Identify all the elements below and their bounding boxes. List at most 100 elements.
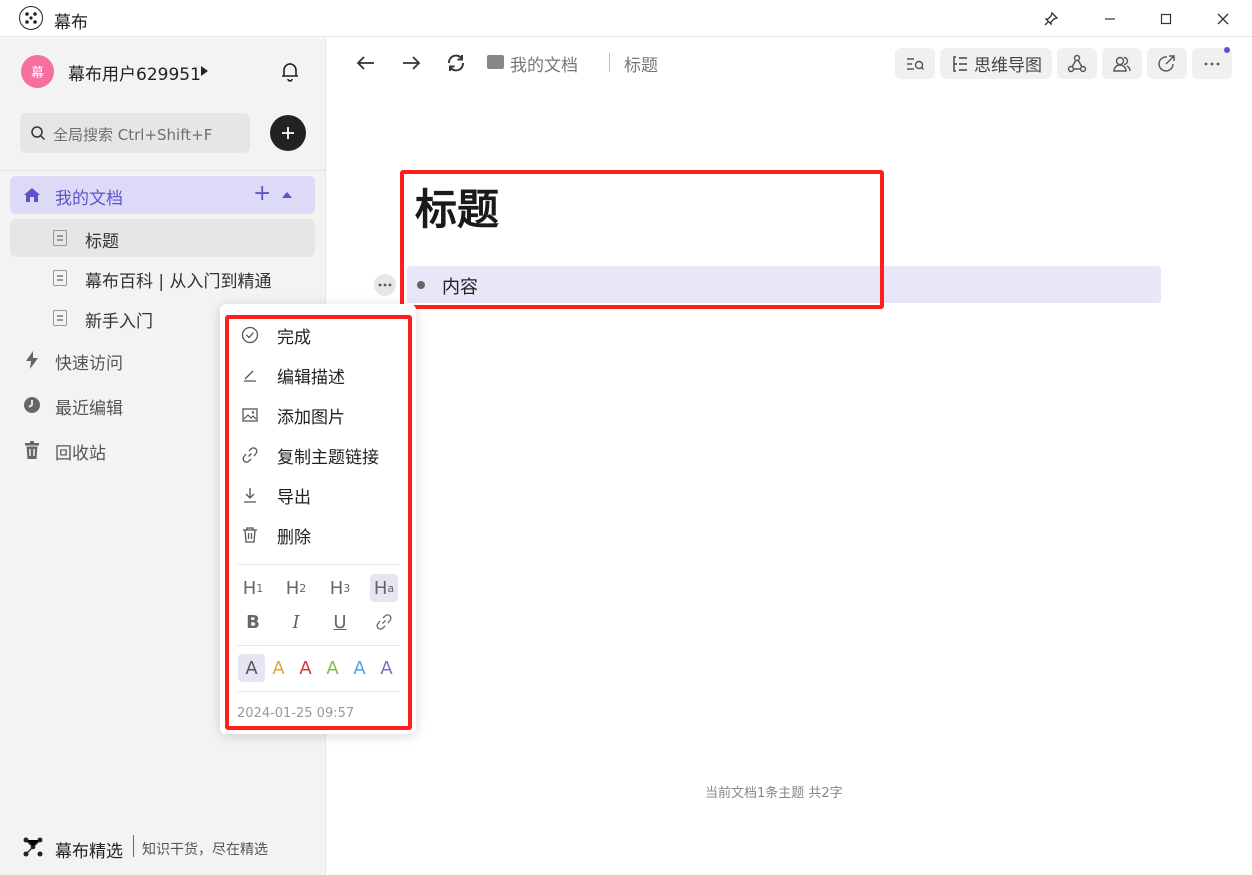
heading-level: 1: [256, 581, 264, 595]
caret-right-icon[interactable]: [201, 66, 208, 76]
menu-item-add-image[interactable]: 添加图片: [220, 396, 416, 432]
more-horizontal-icon: [1204, 62, 1220, 65]
mindmap-icon: [953, 55, 967, 72]
heading-letter: H: [285, 577, 300, 599]
menu-item-edit-description[interactable]: 编辑描述: [220, 356, 416, 392]
heading-level: 2: [299, 581, 307, 595]
sidebar-item-label: 回收站: [55, 444, 106, 464]
topic-context-menu: 完成 编辑描述 添加图片 复制主题链接 导出 删除 H1 H2 H3 Ha B …: [220, 304, 416, 734]
heading-2-button[interactable]: H2: [282, 574, 310, 602]
menu-label: 编辑描述: [277, 368, 345, 388]
sidebar-item-label: 快速访问: [55, 354, 123, 374]
back-arrow-icon[interactable]: [354, 51, 378, 75]
title-bar: 幕布: [0, 0, 1252, 37]
pin-button[interactable]: [1026, 0, 1076, 37]
refresh-icon[interactable]: [444, 51, 468, 75]
add-doc-icon[interactable]: +: [253, 182, 271, 206]
heading-3-button[interactable]: H3: [326, 574, 354, 602]
color-purple-button[interactable]: A: [373, 654, 400, 682]
outline-search-button[interactable]: [895, 48, 935, 79]
avatar[interactable]: 幕: [21, 55, 54, 88]
check-circle-icon: [241, 326, 259, 344]
topic-text[interactable]: 内容: [442, 273, 478, 299]
menu-divider: [237, 564, 400, 565]
download-icon: [244, 488, 256, 503]
search-icon: [31, 126, 46, 141]
app-window: 幕布 幕 幕布用户629951 全局搜索 Ctrl+Shift+F 我的文档 +…: [0, 0, 1252, 875]
menu-label: 完成: [277, 328, 311, 348]
menu-divider: [237, 691, 400, 692]
sidebar-divider: [0, 170, 326, 171]
clock-icon: [24, 397, 40, 413]
close-button[interactable]: [1198, 0, 1248, 37]
add-button[interactable]: [270, 115, 306, 151]
global-search-input[interactable]: 全局搜索 Ctrl+Shift+F: [20, 113, 250, 153]
color-red-button[interactable]: A: [292, 654, 319, 682]
bold-button[interactable]: B: [239, 608, 267, 636]
doc-label: 幕布百科 | 从入门到精通: [85, 272, 272, 292]
footer-separator: [133, 835, 134, 857]
footer-brand[interactable]: 幕布精选: [55, 837, 123, 862]
mindmap-label: 思维导图: [974, 56, 1042, 76]
link-button[interactable]: [370, 608, 398, 636]
minimize-button[interactable]: [1085, 0, 1135, 37]
heading-letter: H: [242, 577, 257, 599]
heading-normal-button[interactable]: Ha: [370, 574, 398, 602]
menu-item-delete[interactable]: 删除: [220, 516, 416, 552]
user-name[interactable]: 幕布用户629951: [68, 60, 201, 85]
underline-button[interactable]: U: [326, 608, 354, 636]
breadcrumb-root[interactable]: 我的文档: [510, 51, 578, 76]
menu-label: 删除: [277, 528, 311, 548]
window-title: 幕布: [54, 13, 88, 33]
topic-more-button[interactable]: [374, 274, 396, 296]
notification-dot: [1224, 47, 1230, 53]
lightning-icon: [26, 351, 38, 369]
color-green-button[interactable]: A: [319, 654, 346, 682]
document-icon: [53, 270, 67, 286]
menu-label: 添加图片: [277, 408, 345, 428]
heading-level: a: [387, 581, 395, 595]
color-orange-button[interactable]: A: [265, 654, 292, 682]
topic-timestamp: 2024-01-25 09:57: [237, 706, 355, 721]
menu-item-complete[interactable]: 完成: [220, 316, 416, 352]
collaborate-button[interactable]: [1102, 48, 1142, 79]
heading-1-button[interactable]: H1: [239, 574, 267, 602]
bell-icon[interactable]: [279, 60, 301, 82]
close-icon: [1217, 13, 1229, 24]
link-icon: [242, 447, 258, 463]
bullet-icon[interactable]: [417, 281, 425, 289]
sidebar-item-my-docs[interactable]: 我的文档 +: [10, 176, 315, 214]
document-icon: [53, 230, 67, 246]
color-default-button[interactable]: A: [238, 654, 265, 682]
italic-button[interactable]: I: [282, 608, 310, 636]
heading-letter: H: [373, 577, 388, 599]
menu-item-export[interactable]: 导出: [220, 476, 416, 512]
footer-tagline: 知识干货，尽在精选: [142, 842, 268, 858]
menu-divider: [237, 645, 400, 646]
home-icon: [24, 188, 40, 202]
plus-icon: [282, 127, 294, 139]
breadcrumb-separator: [609, 53, 610, 72]
forward-arrow-icon[interactable]: [399, 51, 423, 75]
menu-item-copy-link[interactable]: 复制主题链接: [220, 436, 416, 472]
breadcrumb-current: 标题: [624, 56, 658, 76]
link-icon: [376, 614, 392, 630]
document-stats: 当前文档1条主题 共2字: [705, 786, 843, 801]
maximize-button[interactable]: [1141, 0, 1191, 37]
outline-search-icon: [907, 57, 924, 70]
minimize-icon: [1105, 17, 1115, 20]
search-placeholder: 全局搜索 Ctrl+Shift+F: [53, 126, 213, 144]
mindmap-button[interactable]: 思维导图: [940, 48, 1052, 79]
document-title[interactable]: 标题: [415, 176, 499, 237]
share-network-button[interactable]: [1057, 48, 1097, 79]
collapse-icon[interactable]: [282, 192, 292, 198]
share-button[interactable]: [1147, 48, 1187, 79]
doc-item-wiki[interactable]: 幕布百科 | 从入门到精通: [10, 259, 315, 297]
heading-level: 3: [343, 581, 351, 595]
color-blue-button[interactable]: A: [346, 654, 373, 682]
doc-item-title[interactable]: 标题: [10, 219, 315, 257]
users-icon: [1113, 56, 1131, 72]
network-icon: [1067, 54, 1087, 72]
doc-label: 新手入门: [85, 312, 153, 332]
topic-row[interactable]: 内容: [407, 266, 1161, 303]
